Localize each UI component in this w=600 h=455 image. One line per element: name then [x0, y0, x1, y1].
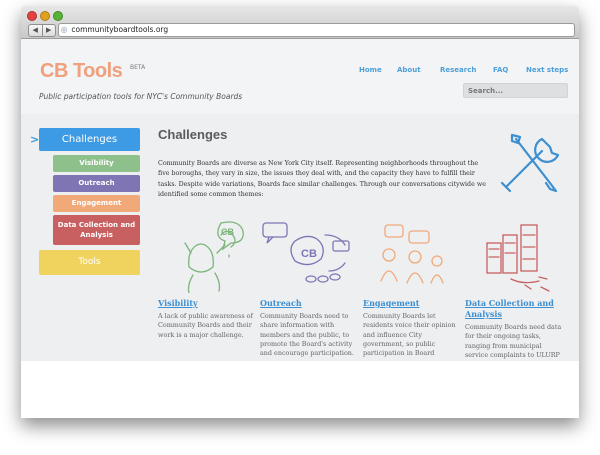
browser-window: ◀ ▶ ◎ communityboardtools.org CB Tools B…: [21, 6, 579, 418]
search-input[interactable]: Search...: [463, 83, 568, 98]
column-title-engagement[interactable]: Engagement: [363, 298, 419, 309]
forward-button[interactable]: ▶: [43, 25, 56, 36]
column-title-data-collection[interactable]: Data Collection and Analysis: [465, 298, 565, 320]
site-logo[interactable]: CB Tools: [40, 60, 123, 83]
page-bottom-area: [21, 361, 579, 418]
nav-research[interactable]: Research: [440, 66, 476, 74]
site-header: CB Tools BETA Public participation tools…: [21, 39, 579, 114]
close-window-button[interactable]: [27, 11, 37, 21]
sidebar-item-outreach[interactable]: Outreach: [53, 175, 140, 192]
engagement-illustration: [380, 224, 444, 284]
site-tagline: Public participation tools for NYC's Com…: [39, 92, 243, 101]
sidebar-item-visibility[interactable]: Visibility: [53, 155, 140, 172]
nav-next-steps[interactable]: Next steps: [526, 66, 568, 74]
cb-bubble-label: CB: [301, 248, 317, 260]
column-title-visibility[interactable]: Visibility: [158, 298, 198, 309]
nav-faq[interactable]: FAQ: [493, 66, 508, 74]
page-title: Challenges: [158, 127, 228, 142]
url-text: communityboardtools.org: [71, 25, 169, 34]
intro-paragraph: Community Boards are diverse as New York…: [158, 160, 486, 198]
sidebar-item-data-collection[interactable]: Data Collection and Analysis: [53, 215, 140, 245]
sidebar-item-tools[interactable]: Tools: [39, 250, 140, 275]
visibility-illustration: CB: [184, 221, 244, 293]
column-text-data-collection: Community Boards need data for their ong…: [465, 323, 562, 359]
zoom-window-button[interactable]: [53, 11, 63, 21]
minimize-window-button[interactable]: [40, 11, 50, 21]
column-title-outreach[interactable]: Outreach: [260, 298, 302, 309]
nav-buttons: ◀ ▶: [28, 24, 56, 37]
nav-about[interactable]: About: [397, 66, 421, 74]
beta-badge: BETA: [130, 64, 146, 71]
sidebar-item-engagement[interactable]: Engagement: [53, 195, 140, 212]
wrench-screwdriver-icon: [500, 133, 560, 193]
column-text-outreach: Community Boards need to share informati…: [260, 312, 354, 358]
data-collection-illustration: [486, 224, 550, 292]
globe-icon: ◎: [60, 25, 68, 34]
web-page: CB Tools BETA Public participation tools…: [21, 39, 579, 418]
outreach-illustration: CB: [262, 222, 350, 283]
address-bar[interactable]: ◎ communityboardtools.org: [58, 23, 575, 37]
nav-home[interactable]: Home: [359, 66, 382, 74]
back-button[interactable]: ◀: [29, 25, 43, 36]
cb-speech-label: CB: [221, 227, 234, 237]
browser-titlebar: ◀ ▶ ◎ communityboardtools.org: [21, 6, 579, 39]
sidebar-item-challenges[interactable]: Challenges: [39, 128, 140, 151]
column-text-visibility: A lack of public awareness of Community …: [158, 312, 253, 339]
column-text-engagement: Community Boards let residents voice the…: [363, 312, 456, 358]
chevron-right-icon: >: [30, 133, 40, 146]
